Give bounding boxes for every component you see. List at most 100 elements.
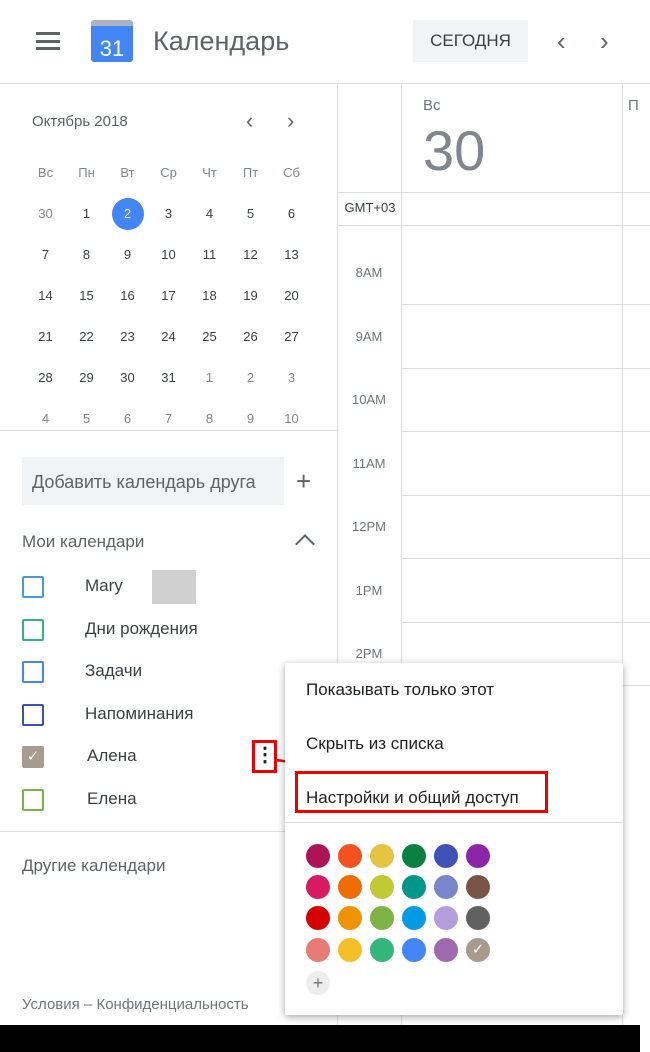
add-calendar-plus-icon[interactable]: + [296, 466, 311, 497]
mini-day[interactable]: 8 [66, 247, 107, 262]
menu-item-show-only[interactable]: Показывать только этот [306, 680, 494, 700]
mini-day[interactable]: 5 [66, 411, 107, 426]
calendar-label[interactable]: Задачи [85, 661, 142, 681]
color-swatch[interactable] [370, 875, 394, 899]
app-title: Календарь [153, 26, 290, 56]
calendar-label[interactable]: Елена [87, 789, 137, 809]
mini-day[interactable]: 4 [189, 206, 230, 221]
color-swatch[interactable] [402, 844, 426, 868]
mini-day[interactable]: 20 [271, 288, 312, 303]
color-swatch[interactable] [338, 938, 362, 962]
today-button[interactable]: СЕГОДНЯ [413, 20, 528, 62]
color-swatch[interactable] [338, 844, 362, 868]
mini-day[interactable]: 18 [189, 288, 230, 303]
color-swatch[interactable] [466, 844, 490, 868]
color-swatch[interactable] [370, 906, 394, 930]
color-swatch[interactable] [306, 875, 330, 899]
calendar-checkbox[interactable] [22, 619, 44, 641]
mini-day[interactable]: 3 [148, 206, 189, 221]
mini-day[interactable]: 12 [230, 247, 271, 262]
mini-day[interactable]: 25 [189, 329, 230, 344]
mini-day[interactable]: 27 [271, 329, 312, 344]
mini-day[interactable]: 15 [66, 288, 107, 303]
mini-day[interactable]: 4 [25, 411, 66, 426]
color-swatch[interactable] [434, 938, 458, 962]
mini-day[interactable]: 30 [107, 370, 148, 385]
mini-day[interactable]: 9 [230, 411, 271, 426]
mini-day[interactable]: 11 [189, 247, 230, 262]
mini-day[interactable]: 1 [66, 206, 107, 221]
weekday-label: Пн [78, 165, 95, 180]
privacy-link[interactable]: Конфиденциальность [96, 996, 248, 1013]
mini-day[interactable]: 24 [148, 329, 189, 344]
next-period-icon[interactable]: › [600, 26, 609, 57]
mini-day[interactable]: 21 [25, 329, 66, 344]
mini-day[interactable]: 9 [107, 247, 148, 262]
calendar-label[interactable]: Алена [87, 746, 137, 766]
mini-day[interactable]: 2 [111, 197, 144, 230]
mini-day[interactable]: 7 [148, 411, 189, 426]
hour-gridline [402, 304, 650, 305]
mini-day[interactable]: 10 [271, 411, 312, 426]
hour-label: 11AM [352, 455, 386, 471]
color-swatch[interactable] [402, 906, 426, 930]
color-swatch[interactable] [434, 906, 458, 930]
color-swatch[interactable] [370, 938, 394, 962]
mini-day[interactable]: 17 [148, 288, 189, 303]
mini-day[interactable]: 10 [148, 247, 189, 262]
add-custom-color-button[interactable]: + [306, 971, 330, 995]
color-swatch[interactable]: ✓ [466, 938, 490, 962]
mini-day[interactable]: 22 [66, 329, 107, 344]
calendar-label[interactable]: Mary [85, 576, 123, 596]
divider [338, 225, 650, 226]
other-calendars-heading[interactable]: Другие календари [22, 856, 166, 876]
calendar-label[interactable]: Дни рождения [85, 619, 198, 639]
calendar-checkbox[interactable] [22, 789, 44, 811]
terms-link[interactable]: Условия [22, 996, 80, 1013]
mini-day[interactable]: 8 [189, 411, 230, 426]
mini-day[interactable]: 26 [230, 329, 271, 344]
color-swatch[interactable] [306, 906, 330, 930]
mini-day[interactable]: 5 [230, 206, 271, 221]
mini-day[interactable]: 14 [25, 288, 66, 303]
mini-day[interactable]: 16 [107, 288, 148, 303]
calendar-checkbox[interactable] [22, 576, 44, 598]
color-swatch[interactable] [338, 906, 362, 930]
color-swatch[interactable] [338, 875, 362, 899]
color-swatch[interactable] [402, 875, 426, 899]
mini-day[interactable]: 13 [271, 247, 312, 262]
calendar-checkbox[interactable] [22, 704, 44, 726]
calendar-checkbox[interactable]: ✓ [22, 746, 44, 768]
color-swatch[interactable] [434, 844, 458, 868]
day-number[interactable]: 30 [423, 118, 485, 183]
menu-item-hide[interactable]: Скрыть из списка [306, 734, 444, 754]
mini-day[interactable]: 6 [107, 411, 148, 426]
add-friend-calendar-input[interactable]: Добавить календарь друга [22, 457, 284, 505]
mini-day[interactable]: 28 [25, 370, 66, 385]
menu-item-settings-sharing[interactable]: Настройки и общий доступ [306, 788, 519, 808]
mini-day[interactable]: 1 [189, 370, 230, 385]
color-swatch[interactable] [306, 844, 330, 868]
my-calendars-heading[interactable]: Мои календари [22, 532, 144, 552]
color-swatch[interactable] [466, 906, 490, 930]
mini-day[interactable]: 19 [230, 288, 271, 303]
color-swatch[interactable] [434, 875, 458, 899]
mini-day[interactable]: 3 [271, 370, 312, 385]
color-swatch[interactable] [466, 875, 490, 899]
mini-next-icon[interactable]: › [287, 108, 294, 134]
calendar-checkbox[interactable] [22, 661, 44, 683]
color-swatch[interactable] [402, 938, 426, 962]
mini-day[interactable]: 23 [107, 329, 148, 344]
mini-day[interactable]: 6 [271, 206, 312, 221]
prev-period-icon[interactable]: ‹ [557, 26, 566, 57]
color-swatch[interactable] [306, 938, 330, 962]
calendar-label[interactable]: Напоминания [85, 704, 194, 724]
mini-day[interactable]: 7 [25, 247, 66, 262]
mini-day[interactable]: 30 [25, 206, 66, 221]
color-swatch[interactable] [370, 844, 394, 868]
mini-day[interactable]: 29 [66, 370, 107, 385]
main-menu-icon[interactable] [36, 32, 60, 50]
mini-prev-icon[interactable]: ‹ [246, 108, 253, 134]
mini-day[interactable]: 31 [148, 370, 189, 385]
mini-day[interactable]: 2 [230, 370, 271, 385]
